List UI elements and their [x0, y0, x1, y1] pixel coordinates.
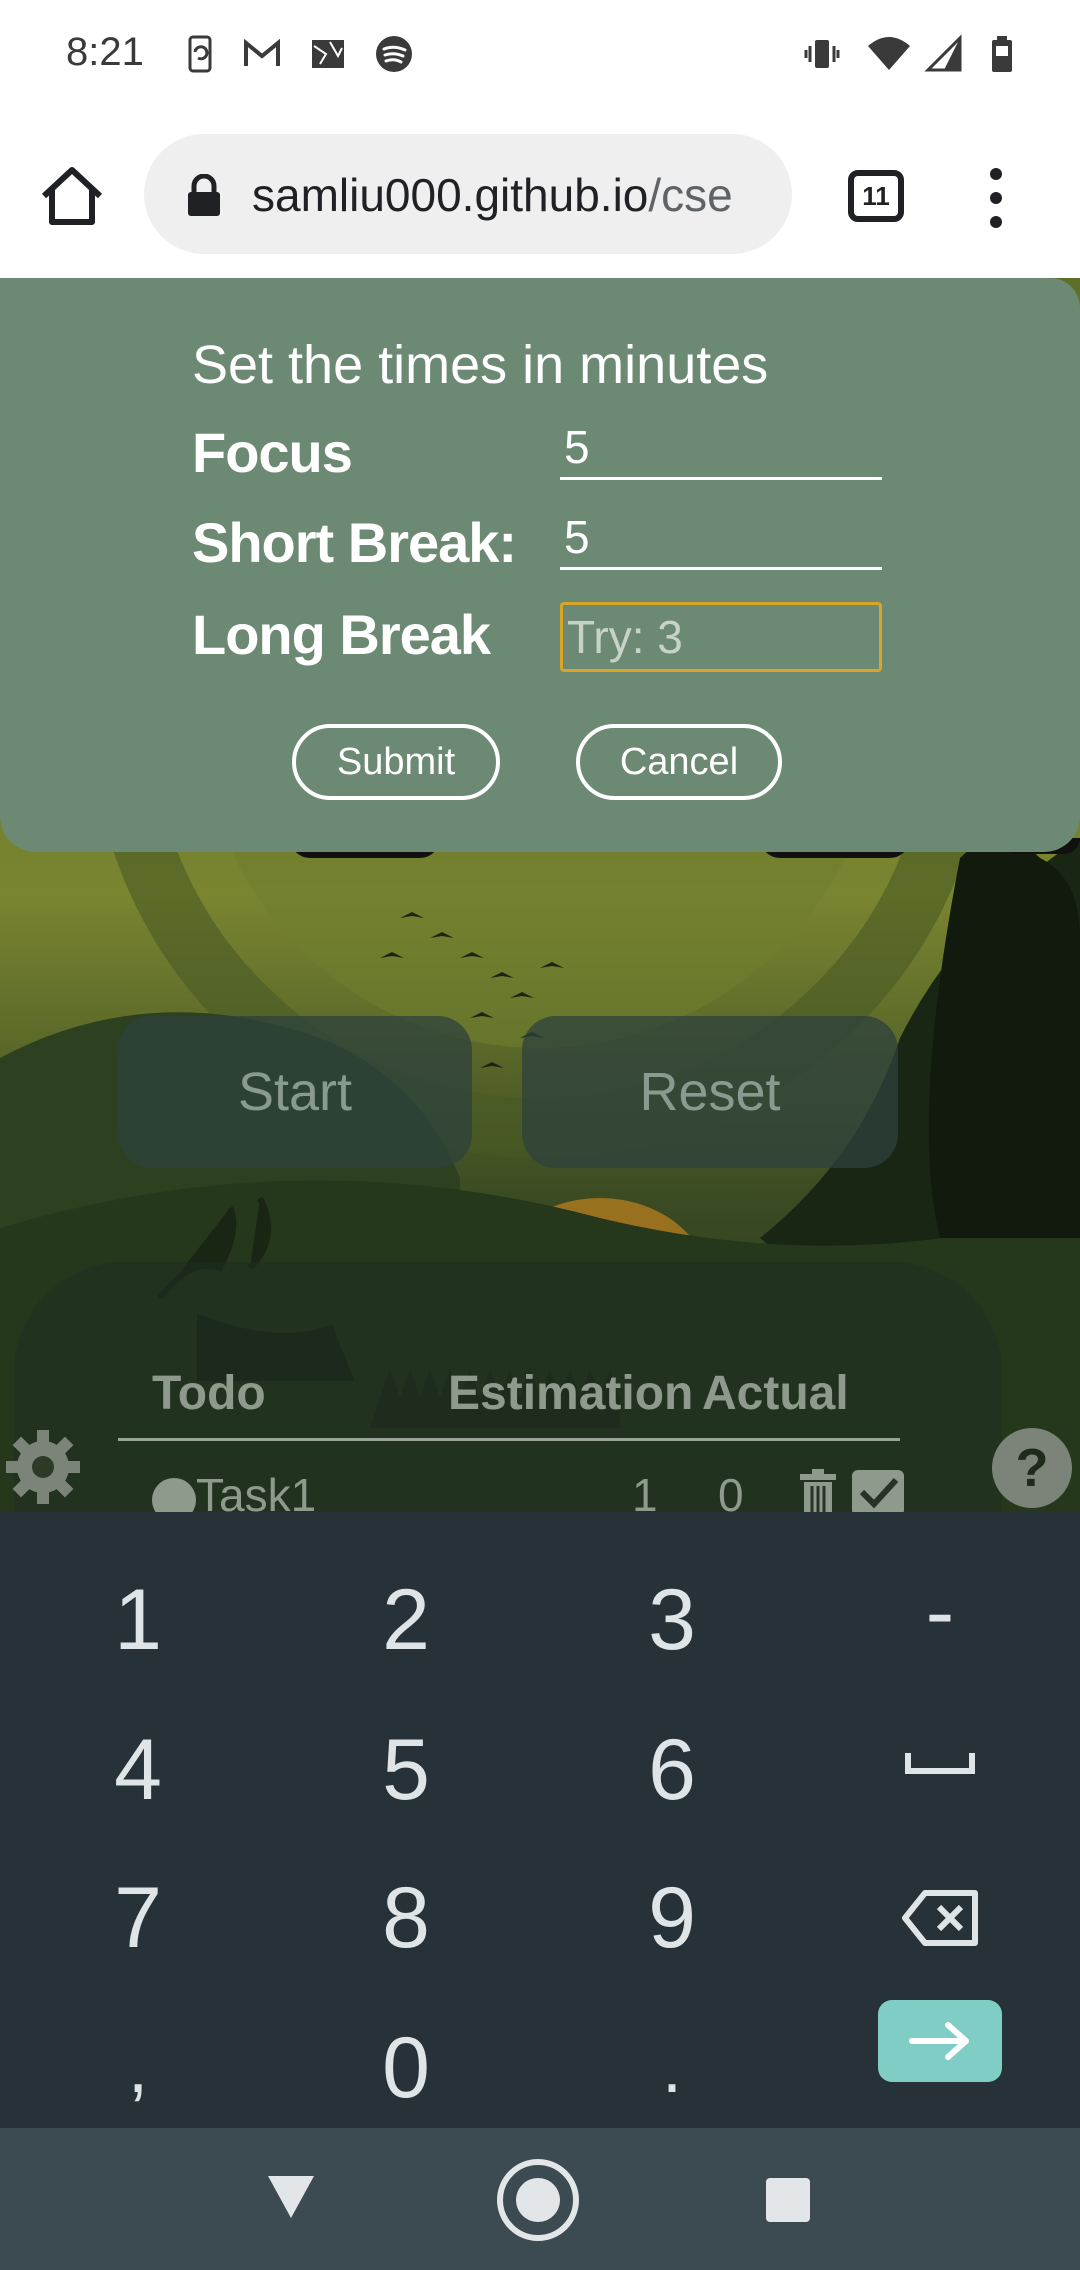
- task-name: Task1: [196, 1469, 317, 1512]
- home-nav-icon[interactable]: [496, 2158, 580, 2242]
- key-0[interactable]: 0: [306, 1998, 506, 2138]
- modal-title: Set the times in minutes: [192, 335, 769, 395]
- key-2[interactable]: 2: [306, 1550, 506, 1690]
- battery-icon: [992, 36, 1012, 72]
- gmail-icon: [244, 38, 280, 66]
- long-break-input[interactable]: [560, 602, 882, 672]
- url-path: /cse: [648, 169, 733, 221]
- key-1[interactable]: 1: [38, 1550, 238, 1690]
- key-5[interactable]: 5: [306, 1700, 506, 1840]
- help-icon[interactable]: ?: [990, 1426, 1074, 1510]
- url-host: samliu000.github.io: [252, 169, 649, 221]
- status-time: 8:21: [66, 30, 144, 74]
- estimation-column-header: Estimation: [448, 1367, 694, 1420]
- url-text: samliu000.github.io/cse: [252, 168, 782, 222]
- actual-column-header: Actual: [702, 1367, 849, 1420]
- status-bar: 8:21: [0, 0, 1080, 110]
- cancel-button[interactable]: Cancel: [576, 724, 782, 800]
- start-label: Start: [237, 1062, 353, 1122]
- home-icon[interactable]: [36, 160, 108, 232]
- wifi-icon: [868, 37, 910, 70]
- reset-button[interactable]: Reset: [522, 1016, 898, 1168]
- key-minus[interactable]: -: [840, 1542, 1040, 1682]
- key-3[interactable]: 3: [572, 1550, 772, 1690]
- more-options-icon[interactable]: [978, 162, 1014, 234]
- key-6[interactable]: 6: [572, 1700, 772, 1840]
- task-actual: 0: [718, 1469, 744, 1512]
- spotify-icon: [376, 36, 412, 72]
- lock-icon: [188, 174, 220, 216]
- address-bar[interactable]: samliu000.github.io/cse: [144, 134, 792, 254]
- reset-label: Reset: [639, 1062, 781, 1122]
- gear-icon[interactable]: [0, 1424, 86, 1510]
- tab-switcher-button[interactable]: 11: [848, 170, 904, 222]
- key-4[interactable]: 4: [38, 1700, 238, 1840]
- arrow-right-icon: [909, 2022, 969, 2060]
- space-icon: [905, 1753, 975, 1774]
- back-icon[interactable]: [264, 2172, 318, 2222]
- key-9[interactable]: 9: [572, 1848, 772, 1988]
- backspace-key[interactable]: [840, 1848, 1040, 1988]
- svg-text:?: ?: [1016, 1438, 1049, 1498]
- space-key[interactable]: [840, 1692, 1040, 1832]
- start-button[interactable]: Start: [118, 1016, 472, 1168]
- system-navigation-bar: [0, 2128, 1080, 2270]
- focus-label: Focus: [192, 421, 353, 484]
- web-page: Set the times in minutes Focus Short Bre…: [0, 278, 1080, 1512]
- settings-modal: Set the times in minutes Focus Short Bre…: [0, 278, 1080, 852]
- task-estimation: 1: [632, 1469, 658, 1512]
- tab-count: 11: [862, 180, 890, 211]
- short-break-label: Short Break:: [192, 511, 517, 574]
- vibrate-icon: [804, 40, 840, 68]
- enter-key[interactable]: [878, 2000, 1002, 2082]
- key-comma[interactable]: ,: [38, 1998, 238, 2138]
- photos-app-icon: [312, 40, 344, 68]
- browser-toolbar: samliu000.github.io/cse 11: [0, 110, 1080, 278]
- trash-icon[interactable]: [794, 1468, 842, 1512]
- phone-sync-icon: [188, 35, 212, 73]
- submit-button[interactable]: Submit: [292, 724, 500, 800]
- todo-column-header: Todo: [152, 1367, 266, 1420]
- focus-input[interactable]: [560, 416, 882, 480]
- key-7[interactable]: 7: [38, 1848, 238, 1988]
- checkbox-icon[interactable]: [850, 1468, 906, 1512]
- todo-header-divider: [118, 1438, 900, 1441]
- key-8[interactable]: 8: [306, 1848, 506, 1988]
- long-break-label: Long Break: [192, 603, 491, 666]
- backspace-icon: [902, 1890, 978, 1946]
- numeric-keyboard: 1 2 3 - 4 5 6 7 8 9 , 0 .: [0, 1512, 1080, 2128]
- key-period[interactable]: .: [572, 1998, 772, 2138]
- short-break-input[interactable]: [560, 506, 882, 570]
- recents-icon[interactable]: [764, 2176, 812, 2224]
- cellular-signal-icon: [924, 34, 962, 72]
